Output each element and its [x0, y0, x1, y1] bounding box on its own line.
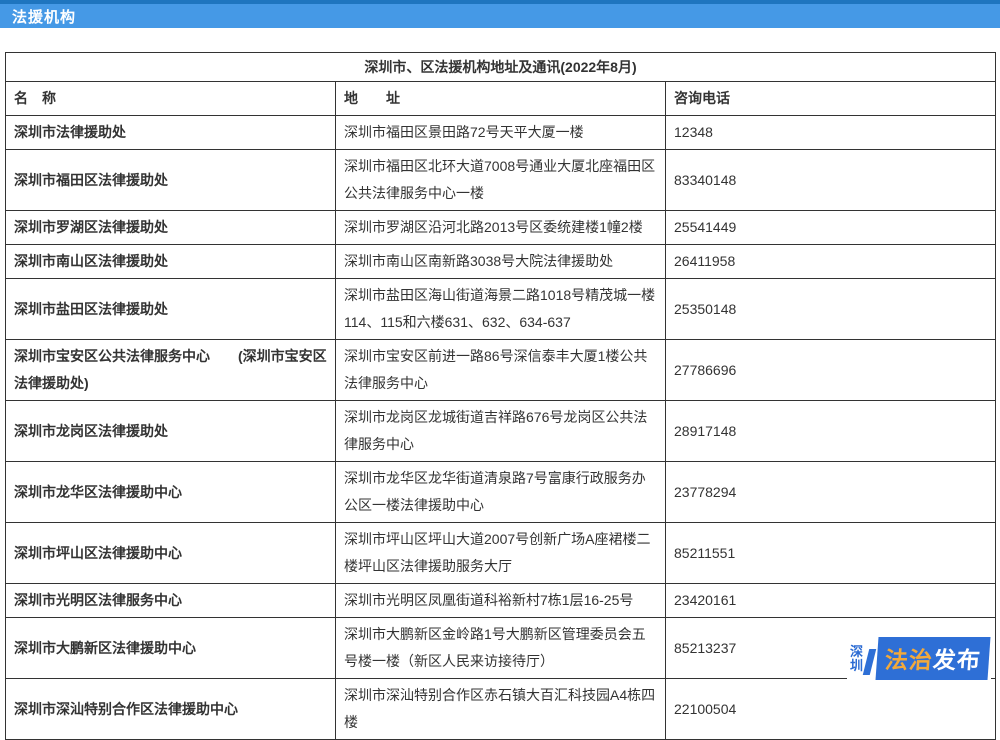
org-name-cell: 深圳市福田区法律援助处: [6, 150, 336, 211]
address-cell: 深圳市南山区南新路3038号大院法律援助处: [336, 245, 666, 279]
address-cell: 深圳市宝安区前进一路86号深信泰丰大厦1楼公共法律服务中心: [336, 340, 666, 401]
phone-cell: 83340148: [666, 150, 996, 211]
org-name-cell: 深圳市南山区法律援助处: [6, 245, 336, 279]
phone-cell: 26411958: [666, 245, 996, 279]
table-row: 深圳市罗湖区法律援助处深圳市罗湖区沿河北路2013号区委统建楼1幢2楼25541…: [6, 211, 996, 245]
address-cell: 深圳市龙华区龙华街道清泉路7号富康行政服务办公区一楼法律援助中心: [336, 462, 666, 523]
table-row: 深圳市法律援助处深圳市福田区景田路72号天平大厦一楼12348: [6, 116, 996, 150]
org-name-cell: 深圳市宝安区公共法律服务中心 (深圳市宝安区法律援助处): [6, 340, 336, 401]
table-row: 深圳市坪山区法律援助中心深圳市坪山区坪山大道2007号创新广场A座裙楼二楼坪山区…: [6, 523, 996, 584]
phone-cell: 23420161: [666, 584, 996, 618]
address-cell: 深圳市盐田区海山街道海景二路1018号精茂城一楼114、115和六楼631、63…: [336, 279, 666, 340]
logo-rest-text: 发布: [932, 647, 982, 673]
org-name-cell: 深圳市罗湖区法律援助处: [6, 211, 336, 245]
logo-box: 法治发布: [875, 637, 990, 680]
phone-cell: 12348: [666, 116, 996, 150]
shenzhen-fazhi-fabu-logo: 深圳 法治发布: [847, 636, 991, 681]
logo-highlight-text: 法治: [884, 647, 934, 673]
table-row: 深圳市盐田区法律援助处深圳市盐田区海山街道海景二路1018号精茂城一楼114、1…: [6, 279, 996, 340]
phone-cell: 85211551: [666, 523, 996, 584]
table-row: 深圳市南山区法律援助处深圳市南山区南新路3038号大院法律援助处26411958: [6, 245, 996, 279]
address-cell: 深圳市光明区凤凰街道科裕新村7栋1层16-25号: [336, 584, 666, 618]
org-name-cell: 深圳市坪山区法律援助中心: [6, 523, 336, 584]
address-cell: 深圳市龙岗区龙城街道吉祥路676号龙岗区公共法律服务中心: [336, 401, 666, 462]
phone-cell: 27786696: [666, 340, 996, 401]
org-name-cell: 深圳市盐田区法律援助处: [6, 279, 336, 340]
address-cell: 深圳市罗湖区沿河北路2013号区委统建楼1幢2楼: [336, 211, 666, 245]
phone-cell: 28917148: [666, 401, 996, 462]
phone-cell: 25541449: [666, 211, 996, 245]
column-header-phone: 咨询电话: [666, 82, 996, 116]
column-header-address: 地 址: [336, 82, 666, 116]
address-cell: 深圳市福田区北环大道7008号通业大厦北座福田区公共法律服务中心一楼: [336, 150, 666, 211]
address-cell: 深圳市坪山区坪山大道2007号创新广场A座裙楼二楼坪山区法律援助服务大厅: [336, 523, 666, 584]
table-row: 深圳市宝安区公共法律服务中心 (深圳市宝安区法律援助处)深圳市宝安区前进一路86…: [6, 340, 996, 401]
phone-cell: 22100504: [666, 679, 996, 740]
phone-cell: 25350148: [666, 279, 996, 340]
org-name-cell: 深圳市龙华区法律援助中心: [6, 462, 336, 523]
table-row: 深圳市光明区法律服务中心深圳市光明区凤凰街道科裕新村7栋1层16-25号2342…: [6, 584, 996, 618]
page-title: 法援机构: [12, 6, 76, 27]
address-cell: 深圳市大鹏新区金岭路1号大鹏新区管理委员会五号楼一楼（新区人民来访接待厅）: [336, 618, 666, 679]
address-cell: 深圳市福田区景田路72号天平大厦一楼: [336, 116, 666, 150]
phone-cell: 23778294: [666, 462, 996, 523]
org-name-cell: 深圳市光明区法律服务中心: [6, 584, 336, 618]
org-name-cell: 深圳市龙岗区法律援助处: [6, 401, 336, 462]
logo-wedge-shape: [863, 649, 876, 675]
table-row: 深圳市龙岗区法律援助处深圳市龙岗区龙城街道吉祥路676号龙岗区公共法律服务中心2…: [6, 401, 996, 462]
section-header-bar: 法援机构: [0, 0, 1000, 28]
org-name-cell: 深圳市大鹏新区法律援助中心: [6, 618, 336, 679]
org-name-cell: 深圳市深汕特别合作区法律援助中心: [6, 679, 336, 740]
logo-city-text: 深圳: [849, 645, 864, 673]
column-header-name: 名 称: [6, 82, 336, 116]
table-row: 深圳市深汕特别合作区法律援助中心深圳市深汕特别合作区赤石镇大百汇科技园A4栋四楼…: [6, 679, 996, 740]
org-name-cell: 深圳市法律援助处: [6, 116, 336, 150]
table-row: 深圳市龙华区法律援助中心深圳市龙华区龙华街道清泉路7号富康行政服务办公区一楼法律…: [6, 462, 996, 523]
table-title: 深圳市、区法援机构地址及通讯(2022年8月): [6, 53, 996, 82]
table-title-row: 深圳市、区法援机构地址及通讯(2022年8月): [6, 53, 996, 82]
table-row: 深圳市福田区法律援助处深圳市福田区北环大道7008号通业大厦北座福田区公共法律服…: [6, 150, 996, 211]
column-header-row: 名 称 地 址 咨询电话: [6, 82, 996, 116]
address-cell: 深圳市深汕特别合作区赤石镇大百汇科技园A4栋四楼: [336, 679, 666, 740]
